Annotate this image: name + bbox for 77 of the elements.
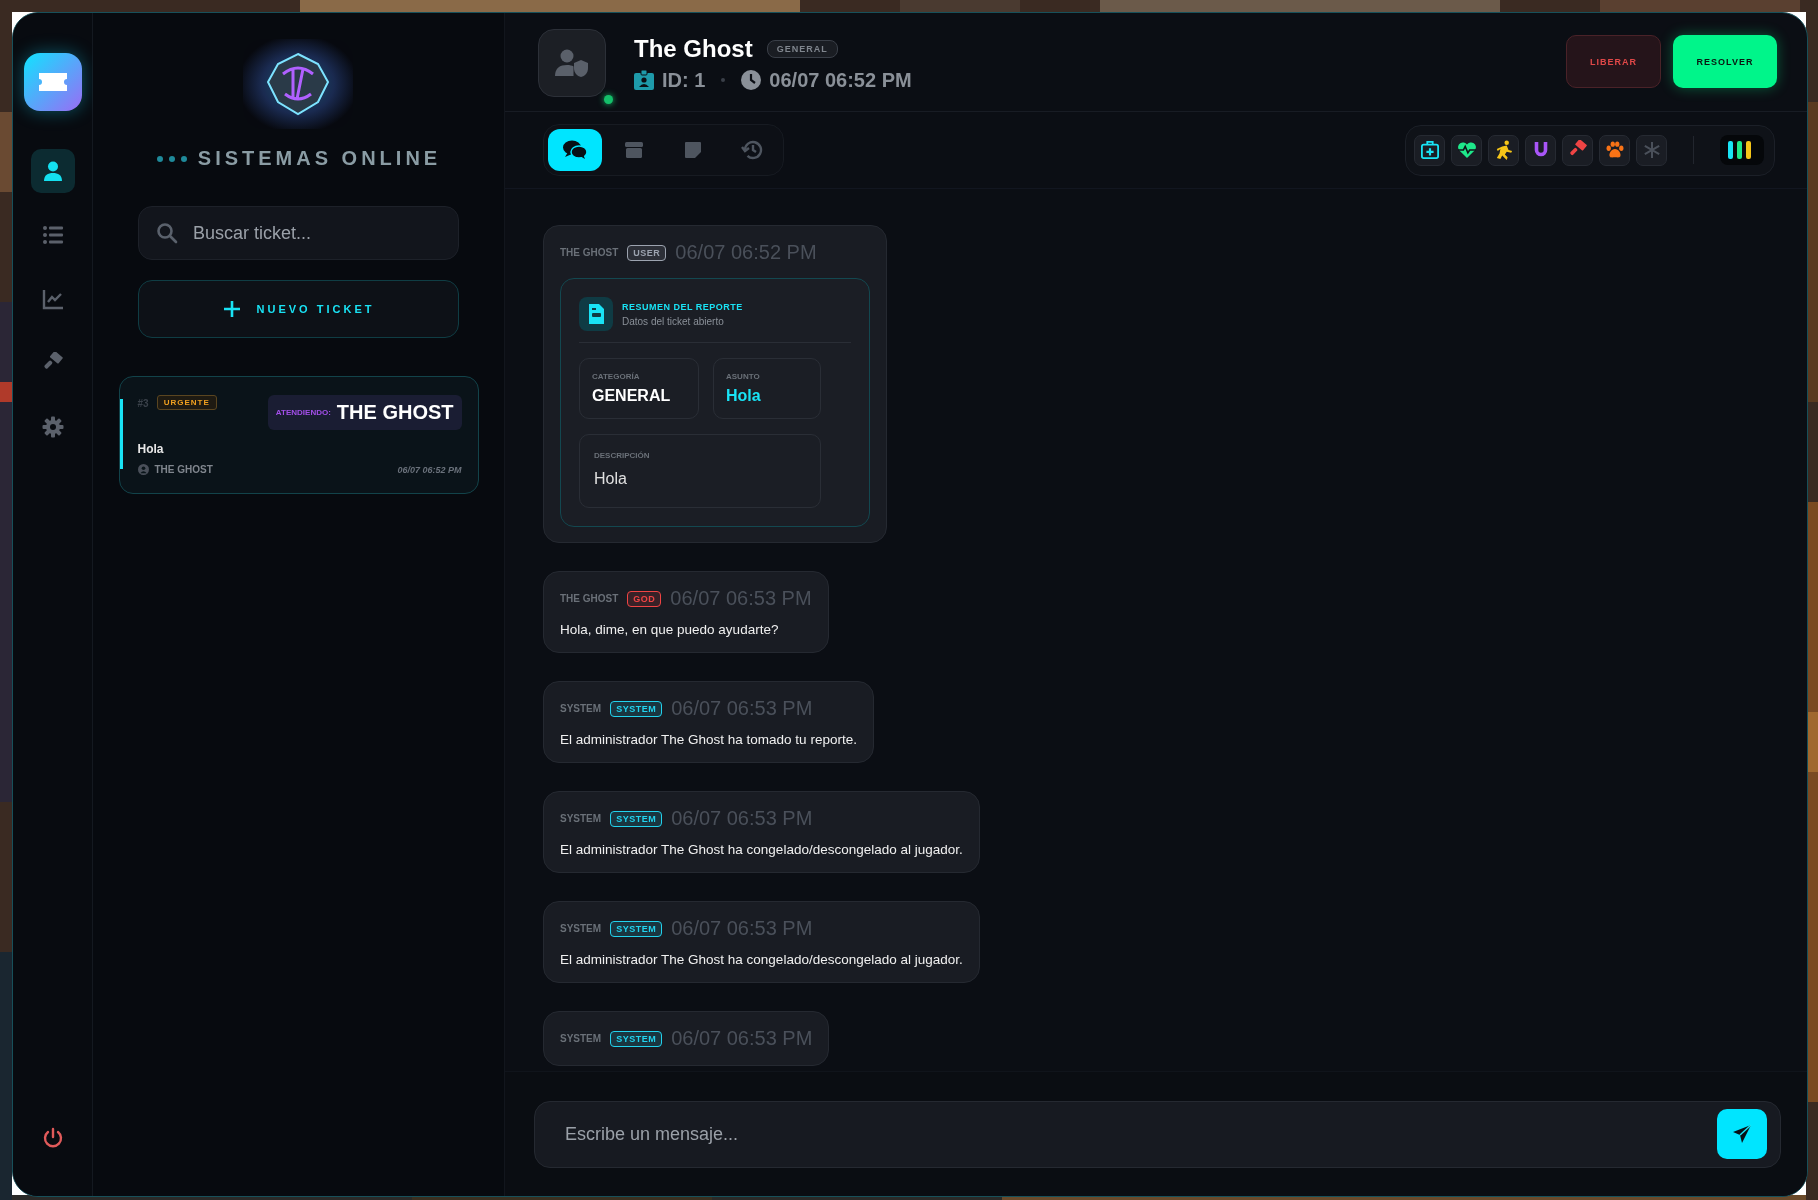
ticket-time: 06/07 06:52 PM [397, 464, 462, 475]
search-icon [156, 222, 178, 244]
send-button[interactable] [1717, 1109, 1767, 1159]
ticket-author: THE GHOST [154, 464, 213, 475]
user-icon [41, 160, 64, 182]
message-author: SYSTEM [560, 923, 602, 934]
attending-label: ATENDIENDO: [275, 408, 331, 417]
role-badge: SYSTEM [610, 810, 663, 827]
plus-icon [222, 300, 241, 318]
message-text: El administrador The Ghost ha tomado tu reporte. [560, 732, 857, 747]
ticket-subject: Hola [137, 442, 165, 456]
field-value: GENERAL [592, 387, 672, 405]
message-field[interactable]: Escribe un mensaje... [534, 1100, 1781, 1168]
status-label: SISTEMAS ONLINE [197, 147, 442, 170]
note-icon [684, 141, 702, 159]
running-person-icon [1494, 140, 1513, 160]
new-ticket-button[interactable]: NUEVO TICKET [138, 280, 459, 338]
ticket-id: ID: 1 [662, 68, 706, 92]
medkit-button[interactable] [1414, 134, 1445, 166]
chart-icon [41, 288, 64, 310]
status-dots-icon [155, 154, 188, 163]
role-badge: SYSTEM [610, 920, 663, 937]
field-label: ASUNTO [726, 372, 761, 381]
running-person-button[interactable] [1488, 134, 1519, 166]
paw-button[interactable] [1599, 134, 1630, 166]
role-badge: GOD [627, 590, 662, 607]
settings-icon [41, 416, 64, 438]
send-icon [1732, 1124, 1752, 1144]
nav-user-button[interactable] [30, 149, 75, 193]
gavel-button[interactable] [1562, 134, 1593, 166]
role-badge: SYSTEM [610, 700, 663, 717]
ticket-icon [36, 71, 69, 93]
release-button[interactable]: LIBERAR [1566, 35, 1661, 88]
list-icon [41, 224, 64, 246]
field-value: Hola [594, 470, 628, 488]
role-badge: USER [627, 244, 667, 261]
summary-title: RESUMEN DEL REPORTE [622, 301, 743, 312]
heartbeat-icon [1456, 141, 1477, 159]
message-author: SYSTEM [560, 813, 602, 824]
ticket-time: 06/07 06:52 PM [769, 68, 912, 92]
chat-icon [563, 140, 587, 160]
priority-badge: URGENTE [156, 395, 217, 410]
resolve-button[interactable]: RESOLVER [1673, 35, 1777, 88]
user-shield-icon [555, 48, 589, 78]
magnet-button[interactable] [1525, 134, 1556, 166]
field-label: CATEGORÍA [592, 372, 641, 381]
message-author: SYSTEM [560, 1033, 602, 1044]
category-badge: GENERAL [766, 39, 838, 58]
paw-icon [1604, 141, 1625, 159]
magnet-icon [1532, 141, 1549, 159]
box-icon [625, 141, 643, 159]
history-icon [741, 140, 763, 160]
message-text: Hola, dime, en que puedo ayudarte? [560, 622, 780, 637]
field-label: DESCRIPCIÓN [594, 451, 651, 460]
message-text: El administrador The Ghost ha congelado/descongelado al jugador. [560, 842, 963, 857]
app-logo[interactable] [23, 53, 82, 111]
attending-name: THE GHOST [336, 401, 454, 424]
message-author: THE GHOST [560, 593, 619, 604]
message-author: SYSTEM [560, 703, 602, 714]
separator-dot [721, 78, 726, 82]
user-circle-icon [137, 464, 149, 475]
medkit-icon [1420, 141, 1439, 159]
heartbeat-button[interactable] [1451, 134, 1482, 166]
role-badge: SYSTEM [610, 1030, 663, 1047]
id-card-icon [634, 70, 654, 90]
power-icon [41, 1127, 64, 1149]
document-icon [579, 297, 613, 331]
search-field[interactable]: Buscar ticket... [138, 206, 459, 260]
message-text: El administrador The Ghost ha congelado/descongelado al jugador. [560, 952, 963, 967]
summary-subtitle: Datos del ticket abierto [622, 315, 725, 327]
chat-tab[interactable] [548, 129, 602, 171]
field-value: Hola [726, 387, 762, 405]
status-bars-icon [1720, 135, 1764, 165]
message-author: THE GHOST [560, 247, 619, 258]
player-name: The Ghost [634, 34, 753, 63]
snowflake-icon [1642, 141, 1661, 159]
clock-icon [741, 70, 762, 90]
